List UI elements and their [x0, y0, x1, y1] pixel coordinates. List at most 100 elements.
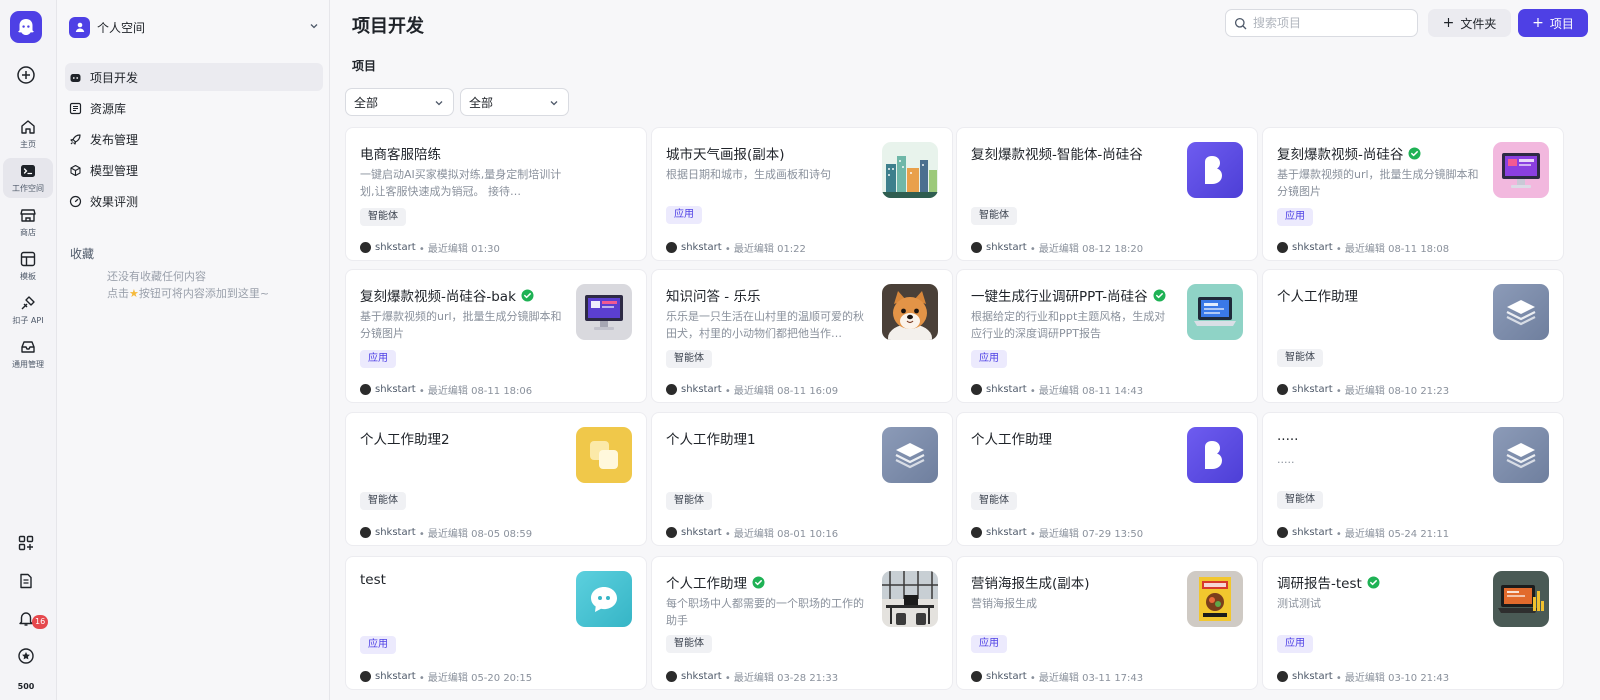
card-author: shkstart — [1292, 671, 1333, 682]
rocket-icon — [70, 133, 81, 145]
rail-item-store[interactable]: 商店 — [3, 202, 53, 242]
card-author: shkstart — [681, 671, 722, 682]
nav-item-library[interactable]: 资源库 — [65, 94, 323, 122]
search-box[interactable] — [1225, 9, 1418, 37]
card-author: shkstart — [986, 671, 1027, 682]
card-title-row: 城市天气画报(副本) — [666, 143, 785, 163]
card-type-tag: 智能体 — [1277, 491, 1323, 509]
cube-icon — [70, 164, 81, 176]
card-meta: shkstart • 最近编辑 08-12 18:20 — [971, 240, 1143, 255]
project-card[interactable]: 电商客服陪练 一键启动AI买家模拟对练,量身定制培训计划,让客服快速成为销冠。 接… — [345, 127, 647, 261]
project-card[interactable]: .......... 智能体 shkstart • 最近编辑 05-24 21:11 — [1262, 412, 1564, 546]
nav-item-project-dev[interactable]: 项目开发 — [65, 63, 323, 91]
card-meta: shkstart • 最近编辑 08-05 08:59 — [360, 525, 532, 540]
project-card[interactable]: 城市天气画报(副本) 根据日期和城市，生成画板和诗句 应用 shkstart • 最近… — [651, 127, 953, 261]
author-avatar — [666, 671, 677, 682]
card-edited-time: • 最近编辑 08-11 18:06 — [418, 386, 533, 397]
project-card[interactable]: 复刻爆款视频-尚硅谷 基于爆款视频的url，批量生成分镜脚本和分镜图片 应用 shks… — [1262, 127, 1564, 261]
search-icon — [1234, 17, 1247, 29]
favorites-title: 收藏 — [70, 247, 95, 261]
template-icon — [20, 251, 36, 267]
card-description: 营销海报生成 — [971, 597, 1037, 610]
card-author: shkstart — [681, 384, 722, 395]
author-avatar — [360, 384, 371, 395]
project-card[interactable]: 调研报告-test 测试测试 应用 shkstart • 最近编辑 03-10 21:… — [1262, 556, 1564, 690]
project-card[interactable]: test 应用 shkstart • 最近编辑 05-20 20:15 — [345, 556, 647, 690]
card-type-tag: 应用 — [360, 636, 396, 654]
card-edited-time: • 最近编辑 08-05 08:59 — [418, 529, 533, 540]
card-meta: shkstart • 最近编辑 01:22 — [666, 240, 806, 255]
bot-icon — [70, 73, 81, 82]
card-meta: shkstart • 最近编辑 05-20 20:15 — [360, 669, 532, 684]
type-filter-select[interactable]: 全部 — [345, 88, 454, 116]
card-edited-time: • 最近编辑 01:22 — [724, 244, 806, 255]
card-meta: shkstart • 最近编辑 08-11 18:08 — [1277, 240, 1449, 255]
project-card[interactable]: 营销海报生成(副本) 营销海报生成 应用 shkstart • 最近编辑 03-11 … — [956, 556, 1258, 690]
favorites-empty-text: 还没有收藏任何内容 点击★按钮可将内容添加到这里~ — [107, 268, 269, 302]
card-title-row: 复刻爆款视频-智能体-尚硅谷 — [971, 143, 1143, 163]
verified-check-icon — [1367, 576, 1380, 588]
card-meta: shkstart • 最近编辑 08-10 21:23 — [1277, 382, 1449, 397]
project-thumbnail-icon — [882, 427, 938, 483]
card-edited-time: • 最近编辑 03-28 21:33 — [724, 673, 839, 684]
card-title-row: 个人工作助理 — [971, 428, 1052, 448]
author-avatar — [1277, 384, 1288, 395]
project-thumbnail-icon — [1493, 427, 1549, 483]
card-title: 电商客服陪练 — [360, 147, 441, 163]
card-meta: shkstart • 最近编辑 05-24 21:11 — [1277, 525, 1449, 540]
points-star-icon[interactable] — [14, 644, 38, 668]
card-edited-time: • 最近编辑 08-10 21:23 — [1335, 386, 1450, 397]
verified-check-icon — [1153, 289, 1166, 301]
new-folder-button[interactable]: + 文件夹 — [1428, 9, 1511, 37]
project-thumbnail-icon — [882, 571, 938, 627]
project-card[interactable]: 复刻爆款视频-智能体-尚硅谷 智能体 shkstart • 最近编辑 08-12 1… — [956, 127, 1258, 261]
favorites-hint-suffix: 按钮可将内容添加到这里~ — [138, 287, 270, 300]
nav-item-publish[interactable]: 发布管理 — [65, 125, 323, 153]
project-card[interactable]: 个人工作助理 智能体 shkstart • 最近编辑 08-10 21:23 — [1262, 269, 1564, 403]
project-card[interactable]: 复刻爆款视频-尚硅谷-bak 基于爆款视频的url，批量生成分镜脚本和分镜图片 应用… — [345, 269, 647, 403]
library-icon — [69, 102, 82, 114]
project-card[interactable]: 知识问答 - 乐乐 乐乐是一只生活在山村里的温顺可爱的秋田犬，村里的小动物们都把他… — [651, 269, 953, 403]
card-title: test — [360, 572, 386, 588]
filter-value: 全部 — [354, 95, 379, 110]
apps-icon[interactable] — [14, 531, 38, 555]
card-meta: shkstart • 最近编辑 08-11 14:43 — [971, 382, 1143, 397]
project-card[interactable]: 个人工作助理 智能体 shkstart • 最近编辑 07-29 13:50 — [956, 412, 1258, 546]
rail-item-template[interactable]: 模板 — [3, 246, 53, 286]
docs-icon[interactable] — [14, 569, 38, 593]
nav-item-model-admin[interactable]: 模型管理 — [65, 156, 323, 184]
card-meta: shkstart • 最近编辑 08-11 18:06 — [360, 382, 532, 397]
rail-item-api[interactable]: 扣子 API — [3, 290, 53, 330]
author-avatar — [666, 527, 677, 538]
project-thumbnail-icon — [882, 142, 938, 198]
coze-logo-icon[interactable] — [10, 11, 42, 43]
points-value: 500 — [17, 682, 35, 691]
project-thumbnail-icon — [576, 427, 632, 483]
rail-item-label: 主页 — [20, 140, 36, 149]
nav-item-label: 效果评测 — [90, 194, 139, 209]
nav-item-evaluation[interactable]: 效果评测 — [65, 187, 323, 215]
project-card[interactable]: 个人工作助理2 智能体 shkstart • 最近编辑 08-05 08:59 — [345, 412, 647, 546]
create-icon[interactable] — [16, 65, 36, 85]
project-card[interactable]: 个人工作助理1 智能体 shkstart • 最近编辑 08-01 10:16 — [651, 412, 953, 546]
card-edited-time: • 最近编辑 08-12 18:20 — [1029, 244, 1144, 255]
card-meta: shkstart • 最近编辑 01:30 — [360, 240, 500, 255]
search-input[interactable] — [1253, 16, 1403, 30]
project-card[interactable]: 一键生成行业调研PPT-尚硅谷 根据给定的行业和ppt主题风格，生成对应行业的深度… — [956, 269, 1258, 403]
card-author: shkstart — [681, 242, 722, 253]
favorites-hint-prefix: 点击 — [107, 287, 129, 300]
project-card[interactable]: 个人工作助理 每个职场中人都需要的一个职场的工作的助手 智能体 shkstart • … — [651, 556, 953, 690]
status-filter-select[interactable]: 全部 — [460, 88, 569, 116]
project-thumbnail-icon — [1187, 571, 1243, 627]
rail-item-workspace[interactable]: 工作空间 — [3, 158, 53, 198]
author-avatar — [971, 242, 982, 253]
card-title: 复刻爆款视频-尚硅谷-bak — [360, 289, 516, 305]
card-type-tag: 智能体 — [971, 492, 1017, 510]
rail-item-general-admin[interactable]: 通用管理 — [3, 334, 53, 374]
card-author: shkstart — [1292, 242, 1333, 253]
verified-check-icon — [521, 289, 534, 301]
space-switcher[interactable]: 个人空间 — [69, 14, 324, 40]
rail-item-home[interactable]: 主页 — [3, 114, 53, 154]
author-avatar — [666, 242, 677, 253]
new-project-button[interactable]: + 项目 — [1518, 9, 1588, 37]
